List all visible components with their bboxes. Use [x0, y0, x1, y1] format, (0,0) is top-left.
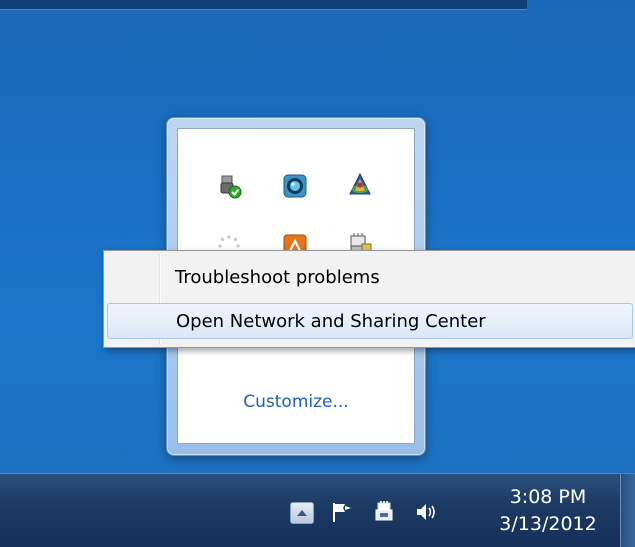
usb-safely-remove-icon[interactable] [216, 173, 242, 199]
show-hidden-icons-button[interactable] [290, 502, 314, 524]
network-context-menu: Troubleshoot problems Open Network and S… [103, 250, 635, 348]
chevron-up-icon [297, 510, 307, 516]
clock-date: 3/13/2012 [499, 513, 597, 535]
menu-item-open-network-sharing-center[interactable]: Open Network and Sharing Center [107, 303, 633, 339]
action-center-flag-icon[interactable] [330, 501, 354, 523]
taskbar-clock[interactable]: 3:08 PM 3/13/2012 [488, 484, 608, 538]
network-plug-icon[interactable] [372, 501, 396, 523]
menu-item-troubleshoot-problems[interactable]: Troubleshoot problems [107, 260, 633, 296]
media-webcam-icon[interactable] [282, 173, 308, 199]
volume-icon[interactable] [414, 501, 438, 523]
java-update-icon[interactable] [347, 172, 373, 198]
clock-time: 3:08 PM [509, 486, 587, 508]
show-desktop-button[interactable] [620, 474, 635, 547]
taskbar: 3:08 PM 3/13/2012 [0, 473, 635, 547]
window-edge [0, 0, 527, 10]
customize-link[interactable]: Customize... [178, 392, 414, 412]
